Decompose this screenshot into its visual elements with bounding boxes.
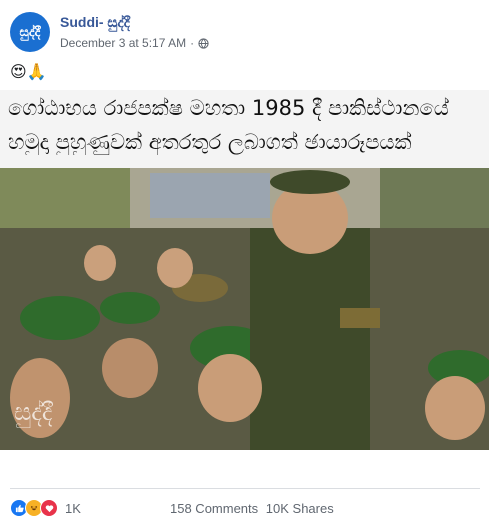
post-meta: December 3 at 5:17 AM · bbox=[60, 36, 209, 50]
post-footer: 1K 158 Comments 10K Shares bbox=[10, 497, 480, 521]
comments-count-link[interactable]: 158 Comments bbox=[170, 501, 258, 516]
photo-caption-line-2: හමුදා පුහුණුවක් අතරතුර ලබාගත් ඡායාරූපයක් bbox=[8, 130, 412, 154]
photo-caption-band: ගෝඨාභය රාජපක්ෂ මහතා 1985 දී පාකිස්ථානයේ … bbox=[0, 90, 489, 168]
page-avatar[interactable]: සුද්දී bbox=[10, 12, 50, 52]
avatar-text: සුද්දී bbox=[19, 24, 41, 40]
facebook-post: සුද්දී Suddi- සුද්දී December 3 at 5:17 … bbox=[0, 0, 489, 530]
meta-separator: · bbox=[190, 36, 195, 50]
engagement-counts: 158 Comments 10K Shares bbox=[170, 501, 338, 516]
globe-icon[interactable] bbox=[198, 37, 209, 49]
reaction-count: 1K bbox=[65, 500, 81, 516]
love-icon bbox=[40, 499, 58, 517]
shares-count-link[interactable]: 10K Shares bbox=[266, 501, 334, 516]
post-status-text: 😍🙏 bbox=[10, 64, 47, 81]
post-header: සුද්දී Suddi- සුද්දී December 3 at 5:17 … bbox=[10, 12, 480, 54]
photo-scene bbox=[0, 168, 489, 450]
photo-watermark: සුද්දී bbox=[14, 398, 53, 426]
post-photo[interactable]: ගෝඨාභය රාජපක්ෂ මහතා 1985 දී පාකිස්ථානයේ … bbox=[0, 90, 489, 450]
photo-caption-line-1: ගෝඨාභය රාජපක්ෂ මහතා 1985 දී පාකිස්ථානයේ bbox=[8, 96, 449, 120]
post-timestamp-link[interactable]: December 3 at 5:17 AM bbox=[60, 36, 186, 50]
footer-divider bbox=[10, 488, 480, 489]
author-name-link[interactable]: Suddi- සුද්දී bbox=[60, 14, 130, 31]
reactions-summary[interactable]: 1K bbox=[10, 499, 81, 517]
